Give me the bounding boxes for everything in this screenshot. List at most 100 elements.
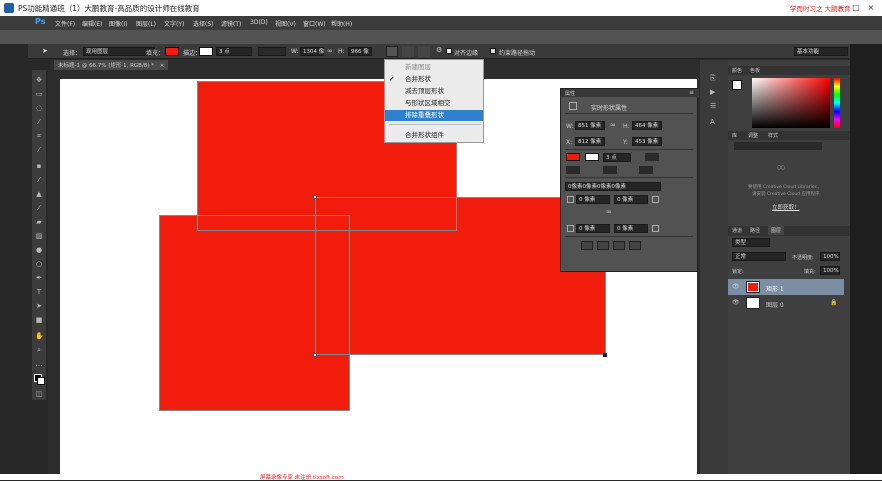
brush-tool-icon[interactable]: ⁄ [35, 176, 43, 184]
menu-view[interactable]: 视图(V) [275, 19, 296, 28]
settings-gear-icon[interactable]: ⚙ [436, 46, 442, 54]
menu-item-new-layer[interactable]: 新建图层 [385, 62, 483, 73]
link-icon[interactable]: ∞ [610, 121, 616, 129]
path-intersect-icon[interactable] [613, 241, 625, 250]
history-icon[interactable]: ⎘ [710, 74, 720, 83]
menu-select[interactable]: 选择(S) [193, 19, 214, 28]
link-corners-icon[interactable]: ∞ [606, 208, 612, 216]
zoom-tool-icon[interactable]: ⌕ [35, 346, 43, 354]
layer-row[interactable]: 👁 图层 0 🔒 [728, 295, 844, 311]
prop-y-input[interactable]: 453 像素 [632, 137, 662, 146]
path-alignment-icon[interactable] [402, 46, 414, 57]
menu-help[interactable]: 帮助(H) [331, 19, 352, 28]
workspace-dropdown[interactable]: 基本功能 [794, 47, 848, 56]
path-subtract-icon[interactable] [597, 241, 609, 250]
anchor-point[interactable] [313, 195, 317, 199]
quick-mask-icon[interactable]: ◫ [35, 390, 43, 398]
crop-tool-icon[interactable]: ⌗ [35, 132, 43, 140]
lasso-tool-icon[interactable]: ◌ [35, 104, 43, 112]
stroke-size-input[interactable]: 3 点 [216, 47, 252, 56]
marquee-tool-icon[interactable]: ▭ [35, 90, 43, 98]
width-input[interactable]: 1304 像 [300, 47, 324, 56]
tab-swatches[interactable]: 色板 [750, 67, 760, 74]
prop-stroke-swatch[interactable] [585, 153, 599, 161]
layer-filter-dropdown[interactable]: 类型 [732, 238, 770, 247]
path-combine-icon[interactable] [581, 241, 593, 250]
blur-tool-icon[interactable]: ● [35, 246, 43, 254]
menu-item-exclude-overlap[interactable]: 排除重叠形状 [385, 110, 483, 121]
tab-adjustments[interactable]: 调整 [748, 132, 758, 139]
panel-fg-color[interactable] [732, 80, 742, 90]
link-icon[interactable]: ∞ [327, 47, 333, 55]
fill-opacity-input[interactable]: 100% [820, 266, 840, 275]
menu-layer[interactable]: 图层(L) [136, 19, 156, 28]
blend-mode-dropdown[interactable]: 正常 [732, 252, 786, 261]
menu-image[interactable]: 图像(I) [109, 19, 127, 28]
path-operations-icon[interactable] [386, 46, 398, 57]
menu-item-intersect[interactable]: 与形状区域相交 [385, 98, 483, 109]
menu-file[interactable]: 文件(F) [55, 19, 75, 28]
history-brush-tool-icon[interactable]: ⁄ [35, 204, 43, 212]
get-it-now-link[interactable]: 立即获取！ [772, 203, 800, 211]
path-selection-tool-icon[interactable]: ➤ [35, 302, 43, 310]
prop-corner-bl-input[interactable]: 0 像素 [576, 224, 610, 233]
stroke-color-swatch[interactable] [199, 47, 213, 56]
opacity-input[interactable]: 100% [820, 252, 840, 261]
fill-color-swatch[interactable] [165, 47, 179, 56]
prop-corner-tl-input[interactable]: 0 像素 [576, 195, 610, 204]
quick-select-tool-icon[interactable]: ⁄ [35, 118, 43, 126]
layer-row[interactable]: 👁 矩形 1 [728, 279, 844, 295]
anchor-point[interactable] [313, 353, 317, 357]
actions-icon[interactable]: ▶ [710, 88, 720, 97]
stroke-type-dropdown[interactable] [258, 47, 286, 56]
prop-width-input[interactable]: 851 像素 [575, 121, 605, 130]
healing-brush-tool-icon[interactable]: ▪ [35, 162, 43, 170]
path-arrangement-icon[interactable] [418, 46, 430, 57]
maximize-icon[interactable]: □ [851, 3, 861, 12]
eyedropper-tool-icon[interactable]: ⁄ [35, 146, 43, 154]
path-select-tool-icon[interactable]: ➤ [42, 47, 48, 55]
rectangle-tool-icon[interactable]: ■ [35, 316, 43, 324]
gradient-tool-icon[interactable]: ▨ [35, 232, 43, 240]
menu-window[interactable]: 窗口(W) [303, 19, 326, 28]
color-picker-field[interactable] [752, 78, 830, 128]
prop-x-input[interactable]: 812 像素 [575, 137, 605, 146]
type-tool-icon[interactable]: T [35, 288, 43, 296]
prop-height-input[interactable]: 464 像素 [632, 121, 662, 130]
prop-corner-br-input[interactable]: 0 像素 [614, 224, 648, 233]
pen-tool-icon[interactable]: ✒ [35, 274, 43, 282]
close-window-icon[interactable]: × [866, 3, 876, 12]
tab-layers[interactable]: 图层 [768, 226, 785, 235]
menu-filter[interactable]: 滤镜(T) [221, 19, 241, 28]
document-tab[interactable]: 未标题-1 @ 66.7% (矩形 1, RGB/8) * × [54, 60, 169, 70]
prop-corner-dropdown[interactable] [639, 166, 653, 174]
align-edges-checkbox[interactable] [446, 48, 452, 54]
minimize-icon[interactable]: – [836, 3, 846, 12]
menu-3d[interactable]: 3D(D) [250, 19, 268, 26]
prop-fill-swatch[interactable] [566, 153, 580, 161]
anchor-point[interactable] [603, 353, 607, 357]
more-tools-icon[interactable]: … [35, 360, 43, 368]
tab-color[interactable]: 颜色 [732, 67, 742, 74]
prop-cap-dropdown[interactable] [603, 166, 617, 174]
visibility-eye-icon[interactable]: 👁 [732, 283, 740, 290]
prop-stroke-type-dropdown[interactable] [645, 153, 659, 161]
hand-tool-icon[interactable]: ✋ [35, 332, 44, 340]
background-color-swatch[interactable] [37, 377, 45, 385]
constrain-path-checkbox[interactable] [490, 48, 496, 54]
stamp-tool-icon[interactable]: ▲ [35, 190, 43, 198]
prop-stroke-size-input[interactable]: 3 点 [603, 153, 631, 162]
eraser-tool-icon[interactable]: ▰ [35, 218, 43, 226]
menu-item-combine-shapes[interactable]: ✔ 合并形状 [385, 74, 483, 85]
libraries-dropdown[interactable] [734, 142, 822, 150]
properties-icon[interactable]: ☰ [710, 102, 720, 111]
menu-item-merge-components[interactable]: 合并形状组件 [385, 130, 483, 141]
height-input[interactable]: 966 像 [348, 47, 372, 56]
prop-align-dropdown[interactable] [566, 166, 580, 174]
dodge-tool-icon[interactable]: ○ [35, 260, 43, 268]
prop-corner-all-input[interactable]: 0像素0像素0像素0像素 [565, 182, 661, 191]
select-dropdown[interactable]: 现用图层 [83, 47, 155, 56]
visibility-eye-icon[interactable]: 👁 [732, 299, 740, 306]
tab-channels[interactable]: 通道 [732, 227, 742, 234]
character-icon[interactable]: A [710, 118, 720, 127]
